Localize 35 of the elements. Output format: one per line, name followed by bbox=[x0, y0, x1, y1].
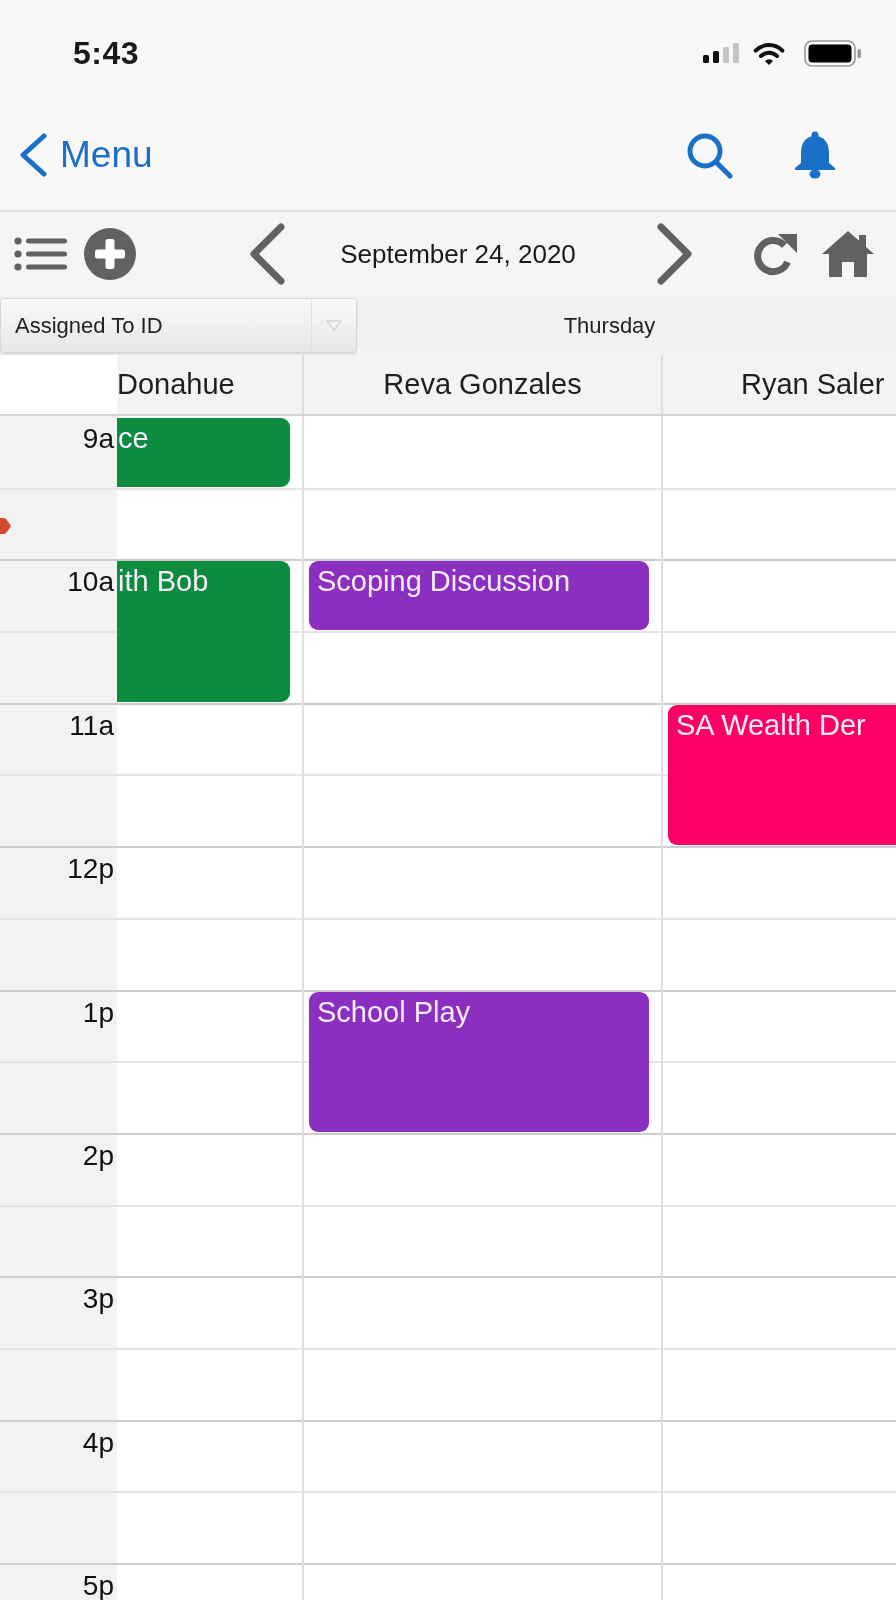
column-header: Reva Gonzales bbox=[302, 355, 661, 414]
chevron-right-icon[interactable] bbox=[656, 223, 694, 285]
calendar-event[interactable]: Scoping Discussion bbox=[309, 561, 649, 631]
status-time: 5:43 bbox=[73, 34, 140, 72]
refresh-icon[interactable] bbox=[751, 232, 799, 276]
time-label: 5p bbox=[82, 1569, 114, 1600]
time-label: 4p bbox=[82, 1425, 114, 1460]
current-time-marker-icon bbox=[0, 517, 11, 535]
column-header: Ryan Saler bbox=[661, 355, 896, 414]
time-label: 9a bbox=[82, 422, 114, 456]
chevron-left-icon bbox=[18, 133, 48, 177]
time-label: 2p bbox=[82, 1138, 114, 1173]
time-label: 3p bbox=[82, 1282, 114, 1316]
time-label: 10a bbox=[67, 565, 114, 599]
calendar-event[interactable]: SA Wealth Der bbox=[668, 704, 896, 846]
column-header: Donahue bbox=[117, 355, 302, 414]
home-icon[interactable] bbox=[822, 230, 874, 278]
calendar-event[interactable]: ce bbox=[117, 418, 290, 487]
back-button[interactable]: Menu bbox=[18, 133, 153, 177]
date-label: September 24, 2020 bbox=[339, 238, 577, 270]
time-label: 1p bbox=[82, 995, 114, 1030]
calendar-event[interactable]: ith Bob bbox=[117, 561, 290, 702]
list-icon[interactable] bbox=[14, 236, 67, 272]
wifi-icon bbox=[752, 40, 786, 66]
caret-down-icon bbox=[326, 320, 342, 331]
search-icon[interactable] bbox=[685, 131, 733, 179]
time-label: 11a bbox=[69, 708, 114, 743]
battery-icon bbox=[804, 39, 862, 67]
day-label: Thursday bbox=[562, 312, 657, 339]
add-icon[interactable] bbox=[84, 228, 136, 280]
time-label: 12p bbox=[67, 852, 114, 886]
calendar-event[interactable]: School Play bbox=[309, 991, 649, 1132]
chevron-left-icon[interactable] bbox=[248, 223, 286, 285]
assigned-to-dropdown[interactable]: Assigned To ID bbox=[0, 298, 357, 353]
signal-icon bbox=[703, 43, 741, 63]
